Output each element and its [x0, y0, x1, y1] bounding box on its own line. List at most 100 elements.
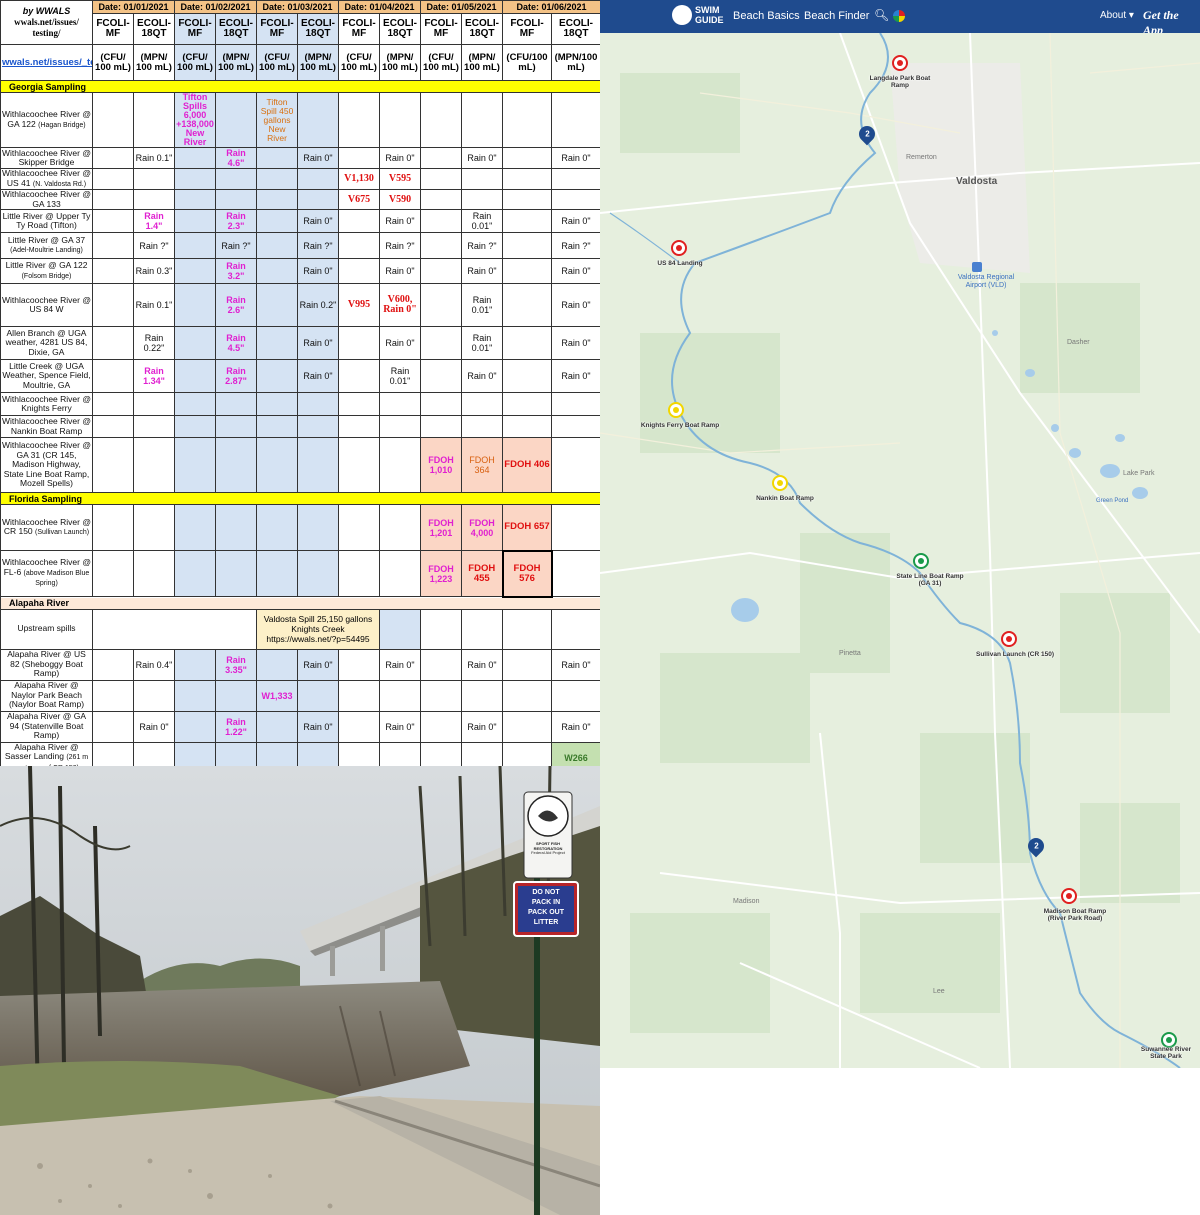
section-title: Georgia Sampling: [0, 80, 600, 93]
result-cell: [174, 283, 216, 327]
nav-beach-basics[interactable]: Beach Basics: [733, 10, 800, 22]
no-swim-marker-icon[interactable]: [892, 55, 908, 71]
site-name-cell: Little River @ GA 122 (Folsom Bridge): [0, 258, 93, 284]
result-cell: [256, 168, 298, 190]
result-cell: [174, 648, 216, 681]
result-cell: Rain ?": [133, 232, 175, 259]
caution-marker-icon[interactable]: [772, 475, 788, 491]
marker-label[interactable]: State Line Boat Ramp (GA 31): [890, 573, 970, 587]
no-swim-marker-icon[interactable]: [1061, 888, 1077, 904]
result-cell: [379, 550, 421, 597]
result-cell: Rain 0": [297, 209, 339, 233]
swim-ok-marker-icon[interactable]: [913, 553, 929, 569]
marker-label[interactable]: Langdale Park Boat Ramp: [860, 75, 940, 89]
result-cell: V1,130: [338, 168, 380, 190]
result-cell: [338, 326, 380, 360]
result-cell: [174, 258, 216, 284]
nav-beach-finder[interactable]: Beach Finder: [804, 10, 869, 22]
result-cell: [174, 392, 216, 416]
map-label-madison: Madison: [733, 898, 760, 905]
result-cell: Rain 0.01": [461, 283, 503, 327]
marker-label[interactable]: Suwannee River State Park: [1135, 1046, 1197, 1060]
result-cell: [338, 679, 380, 712]
site-subname: (N. Valdosta Rd.): [32, 180, 87, 188]
result-cell: [92, 550, 134, 597]
swim-guide-logo-text[interactable]: SWIM GUIDE: [695, 5, 724, 25]
result-cell: [92, 415, 134, 438]
result-cell: [174, 710, 216, 743]
site-name: Upstream spills: [17, 623, 76, 634]
no-swim-marker-icon[interactable]: [1001, 631, 1017, 647]
swim-guide-navbar: SWIM GUIDE Beach Basics Beach Finder 🔍︎ …: [600, 0, 1200, 37]
table-row: Little Creek @ UGA Weather, Spence Field…: [0, 359, 600, 393]
result-cell: [551, 168, 600, 190]
result-cell: [92, 392, 134, 416]
site-name-cell: Withlacoochee River @ Skipper Bridge: [0, 147, 93, 169]
no-swim-marker-icon[interactable]: [671, 240, 687, 256]
site-name: Withlacoochee River @ US 84 W: [2, 294, 91, 314]
caution-marker-icon[interactable]: [668, 402, 684, 418]
table-row: Alapaha River @ Naylor Park Beach (Naylo…: [0, 679, 600, 712]
result-cell: [92, 209, 134, 233]
result-cell: [92, 168, 134, 190]
result-cell: [92, 679, 134, 712]
result-cell: [256, 147, 298, 169]
result-cell: [338, 437, 380, 493]
result-cell: [174, 232, 216, 259]
method-header: FCOLI-MF: [420, 13, 462, 45]
byline-line: by WWALS: [22, 6, 71, 16]
nav-about-dropdown[interactable]: About ▾: [1100, 10, 1134, 21]
result-cell: Rain 0.2": [297, 283, 339, 327]
result-cell: Tifton Spills 6,000 +138,000 New River: [174, 92, 216, 148]
table-row: Withlacoochee River @ CR 150 (Sullivan L…: [0, 504, 600, 551]
result-cell: Rain ?": [215, 232, 257, 259]
marker-label[interactable]: Sullivan Launch (CR 150): [975, 651, 1055, 658]
result-cell: [133, 392, 175, 416]
table-cell: [461, 608, 503, 650]
marker-dot: [1006, 636, 1012, 642]
table-row: Little River @ GA 122 (Folsom Bridge) Rai…: [0, 258, 600, 284]
result-cell: [92, 189, 134, 210]
map-label-valdosta: Valdosta: [956, 176, 998, 187]
marker-label[interactable]: Madison Boat Ramp (River Park Road): [1035, 908, 1115, 922]
result-cell: [551, 437, 600, 493]
result-cell: [420, 392, 462, 416]
result-cell: [174, 168, 216, 190]
date-header: Date: 01/05/2021: [420, 0, 503, 14]
result-cell: [338, 741, 380, 766]
site-name-cell: Withlacoochee River @ FL-6 (above Madiso…: [0, 550, 93, 597]
section-title: Florida Sampling: [0, 492, 600, 505]
result-cell: [551, 504, 600, 551]
result-cell: Rain 0.4": [133, 648, 175, 681]
result-cell: Rain 0": [551, 359, 600, 393]
result-cell: [256, 648, 298, 681]
result-cell: [551, 92, 600, 148]
result-cell: Rain 0": [551, 147, 600, 169]
result-cell: [92, 232, 134, 259]
map-label-airport: Valdosta Regional Airport (VLD): [957, 274, 1015, 289]
result-cell: [420, 326, 462, 360]
result-cell: [174, 741, 216, 766]
result-cell: W1,333: [256, 679, 298, 712]
unit-header: (CFU/ 100 mL): [338, 44, 380, 81]
result-cell: Rain 0": [551, 648, 600, 681]
site-name-cell: Alapaha River @ GA 94 (Statenville Boat …: [0, 710, 93, 743]
cluster-count: 2: [864, 129, 870, 139]
result-cell: [502, 283, 552, 327]
marker-dot: [676, 245, 682, 251]
table-cell: [502, 608, 552, 650]
marker-label[interactable]: US 84 Landing: [640, 260, 720, 267]
marker-dot: [777, 480, 783, 486]
marker-label[interactable]: Nankin Boat Ramp: [745, 495, 825, 502]
marker-label[interactable]: Knights Ferry Boat Ramp: [640, 422, 720, 429]
site-name: Alapaha River @ Naylor Park Beach (Naylo…: [8, 680, 85, 710]
swim-guide-logo-icon[interactable]: [672, 5, 692, 25]
result-cell: Rain 0": [379, 710, 421, 743]
spill-note: Valdosta Spill 25,150 gallons Knights Cr…: [256, 608, 380, 650]
result-cell: [338, 147, 380, 169]
result-cell: [502, 209, 552, 233]
result-cell: [256, 232, 298, 259]
search-icon[interactable]: 🔍︎: [874, 8, 889, 22]
wwals-link[interactable]: wwals.net/issues/_testin: [0, 44, 93, 81]
language-globe-icon[interactable]: [893, 10, 905, 22]
